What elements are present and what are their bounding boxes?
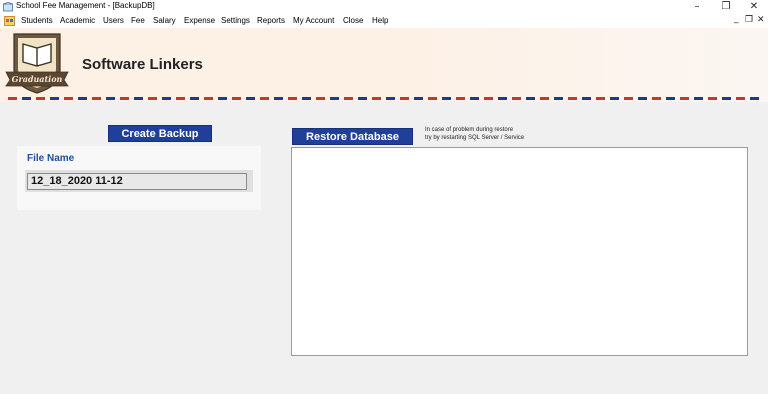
menu-help[interactable]: Help xyxy=(372,16,388,25)
svg-text:★ ★ ★: ★ ★ ★ xyxy=(31,87,44,92)
close-button[interactable]: ✕ xyxy=(741,0,767,13)
child-close-button[interactable]: ✕ xyxy=(757,15,765,25)
child-minimize-button[interactable]: _ xyxy=(734,14,739,24)
graduation-logo: Graduation ★ ★ ★ xyxy=(5,33,69,94)
brand-name: Software Linkers xyxy=(82,56,203,73)
file-name-label: File Name xyxy=(27,153,75,164)
menu-fee[interactable]: Fee xyxy=(131,16,145,25)
logo-text: Graduation xyxy=(12,74,63,84)
maximize-button[interactable]: ❐ xyxy=(713,0,739,13)
window-title: School Fee Management - [BackupDB] xyxy=(16,1,155,10)
airmail-stripe xyxy=(8,97,760,100)
menu-reports[interactable]: Reports xyxy=(257,16,285,25)
menu-my-account[interactable]: My Account xyxy=(293,16,334,25)
menu-users[interactable]: Users xyxy=(103,16,124,25)
menu-settings[interactable]: Settings xyxy=(221,16,250,25)
minimize-button[interactable]: – xyxy=(684,0,710,13)
menu-bar: Students Academic Users Fee Salary Expen… xyxy=(0,14,768,28)
file-name-field[interactable]: 12_18_2020 11-12 xyxy=(27,173,247,190)
child-restore-button[interactable]: ❐ xyxy=(745,15,753,25)
title-bar: School Fee Management - [BackupDB] – ❐ ✕ xyxy=(0,0,768,14)
menu-students[interactable]: Students xyxy=(21,16,53,25)
menu-salary[interactable]: Salary xyxy=(153,16,176,25)
restore-database-button[interactable]: Restore Database xyxy=(292,128,413,145)
create-backup-button[interactable]: Create Backup xyxy=(108,125,212,142)
menu-expense[interactable]: Expense xyxy=(184,16,215,25)
backup-form: Create Backup File Name 12_18_2020 11-12… xyxy=(0,102,768,394)
file-name-panel: File Name 12_18_2020 11-12 xyxy=(17,146,261,210)
restore-note-line1: In case of problem during restore xyxy=(425,127,514,133)
menu-close[interactable]: Close xyxy=(343,16,363,25)
restore-output-box[interactable] xyxy=(291,147,748,356)
header-banner: Graduation ★ ★ ★ Software Linkers xyxy=(0,28,768,102)
header-fade xyxy=(408,28,768,102)
app-icon xyxy=(3,2,13,12)
menu-academic[interactable]: Academic xyxy=(60,16,95,25)
restore-note-line2: try by restarting SQL Server / Service xyxy=(425,135,525,141)
form-icon xyxy=(4,16,15,26)
